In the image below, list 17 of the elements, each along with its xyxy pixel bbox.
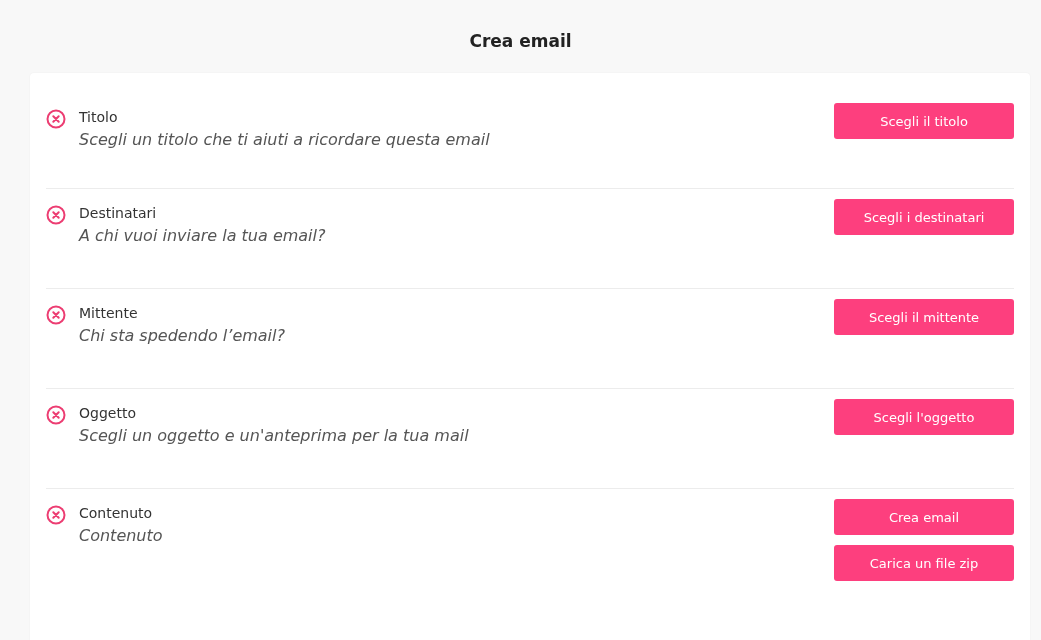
section-label: Mittente: [79, 305, 139, 321]
section-description: Contenuto: [79, 526, 163, 545]
section-description: Scegli un titolo che ti aiuti a ricordare questa email: [79, 130, 490, 149]
action-button[interactable]: Scegli il titolo: [834, 103, 1014, 139]
section-label: Oggetto: [79, 405, 137, 421]
action-button[interactable]: Scegli il mittente: [834, 299, 1014, 335]
action-button[interactable]: Carica un file zip: [834, 545, 1014, 581]
section-label: Contenuto: [79, 505, 154, 521]
action-button[interactable]: Crea email: [834, 499, 1014, 535]
action-button[interactable]: Scegli l'oggetto: [834, 399, 1014, 435]
action-button[interactable]: Scegli i destinatari: [834, 199, 1014, 235]
section-label: Titolo: [79, 109, 119, 125]
section-description: Chi sta spedendo l’email?: [79, 326, 285, 345]
section-label: Destinatari: [79, 205, 158, 221]
page-title: Crea email: [469, 31, 572, 51]
section-description: Scegli un oggetto e un'anteprima per la tua mail: [79, 426, 469, 445]
section-description: A chi vuoi inviare la tua email?: [79, 226, 326, 245]
